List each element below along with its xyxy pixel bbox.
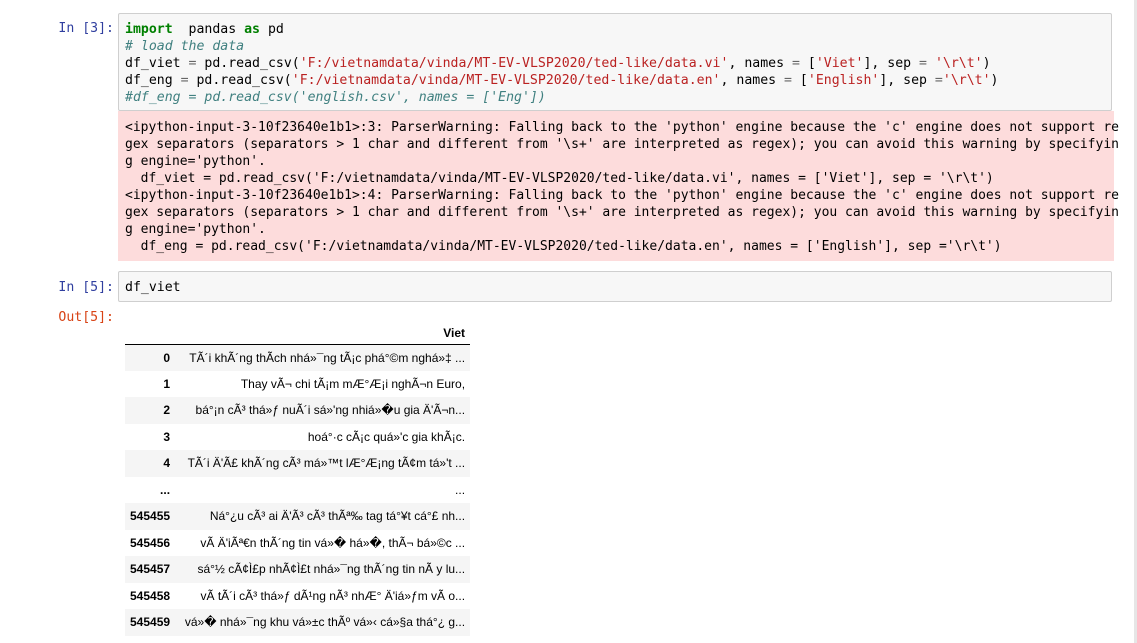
row-value: Thay vÃ¬ chi tÃ¡m mÆ°Æ¡i nghÃ¬n Euro, <box>240 376 466 391</box>
table-row: 545455 Ná°¿u cÃ³ ai Ä'Ã³ cÃ³ thÃª‰ tag tá… <box>125 503 471 530</box>
code-token: ], sep <box>863 56 920 71</box>
row-value: bá°¡n cÃ³ thá»ƒ nuÃ´i sá»'ng nhiá»�u gia… <box>195 403 466 418</box>
table-header-row: Viet <box>125 322 471 345</box>
code-token: # load the data <box>125 39 245 54</box>
code-token: 'English' <box>807 73 880 88</box>
code-token: [ <box>791 73 808 88</box>
row-value: vÃ Ä'iÃª€n thÃ´ng tin vá»� há»�, thÃ¬ bá… <box>200 535 466 550</box>
row-index: ... <box>160 482 171 497</box>
code-line: #df_eng = pd.read_csv('english.csv', nam… <box>119 89 1111 106</box>
code-token: pandas <box>172 22 245 37</box>
code-line: df_viet <box>125 280 181 295</box>
code-token: [ <box>799 56 816 71</box>
stderr-line: <ipython-input-3-10f23640e1b1>:4: Parser… <box>125 188 1119 203</box>
table-row: ...... <box>125 476 471 503</box>
row-index: 545455 <box>130 509 171 524</box>
code-token: '\r\t' <box>934 56 983 71</box>
code-token: pd.read_csv( <box>196 56 300 71</box>
row-index: 545458 <box>130 588 171 603</box>
code-token: import <box>125 22 173 37</box>
dataframe-table: Viet 0 TÃ´i khÃ´ng thÃch nhá»¯ng tÃ¡c phá… <box>125 322 471 636</box>
row-value: ... <box>455 482 466 497</box>
code-token: = <box>919 56 927 71</box>
row-index: 545459 <box>130 615 171 630</box>
code-token: , names <box>720 73 785 88</box>
code-line: # load the data <box>119 38 1111 55</box>
row-value: TÃ´i khÃ´ng thÃch nhá»¯ng tÃ¡c phá°©m ng… <box>189 350 466 365</box>
table-row: 1 Thay vÃ¬ chi tÃ¡m mÆ°Æ¡i nghÃ¬n Euro, <box>125 370 471 397</box>
stderr-output-3: <ipython-input-3-10f23640e1b1>:3: Parser… <box>118 111 1119 261</box>
code-token: '\r\t' <box>942 73 991 88</box>
code-token: as <box>244 22 260 37</box>
code-token: = <box>784 73 792 88</box>
row-value: vá»� nhá»¯ng khu vá»±c thÃº vá»‹ cá»§a t… <box>184 615 466 630</box>
code-line: df_eng = pd.read_csv('F:/vietnamdata/vin… <box>119 72 1111 89</box>
code-token: = <box>180 73 189 88</box>
table-row: 2 bá°¡n cÃ³ thá»ƒ nuÃ´i sá»'ng nhiá»�u gi… <box>125 397 471 424</box>
code-token: ) <box>990 73 999 88</box>
row-index: 545456 <box>130 535 171 550</box>
code-token: ], sep <box>879 73 935 88</box>
row-index: 0 <box>163 350 171 365</box>
code-token: pd <box>260 22 284 37</box>
row-index: 1 <box>163 376 171 391</box>
table-row: 545459 vá»� nhá»¯ng khu vá»±c thÃº vá»‹ c… <box>125 609 471 636</box>
code-token: 'Viet' <box>815 56 864 71</box>
code-line: df_viet = pd.read_csv('F:/vietnamdata/vi… <box>119 55 1111 72</box>
row-value: vÃ tÃ´i cÃ³ thá»ƒ dÃ¹ng nÃ³ nhÆ° Ä'iá»ƒm… <box>200 588 466 603</box>
code-token: = <box>791 56 800 71</box>
index-header <box>125 322 176 345</box>
stderr-line: gex separators (separators > 1 char and … <box>125 205 1119 220</box>
row-value: sá°½ cÃ¢Ì£p nhÃ¢Ì£t nhá»¯ng thÃ´ng tin n… <box>197 562 466 577</box>
code-token: df_viet <box>125 56 189 71</box>
code-cell-5[interactable]: df_viet <box>118 271 1112 302</box>
row-value: TÃ´i Ä'Ã£ khÃ´ng cÃ³ má»™t lÆ°Æ¡ng tÃ¢m … <box>187 456 466 471</box>
stderr-line: g engine='python'. <box>125 154 266 169</box>
code-token: pd.read_csv( <box>188 73 292 88</box>
row-index: 545457 <box>130 562 171 577</box>
input-prompt-5: In [5]: <box>58 280 114 295</box>
table-row: 545457 sá°½ cÃ¢Ì£p nhÃ¢Ì£t nhá»¯ng thÃ´ng… <box>125 556 471 583</box>
table-row: 0 TÃ´i khÃ´ng thÃch nhá»¯ng tÃ¡c phá°©m n… <box>125 344 471 371</box>
code-token: df_eng <box>125 73 181 88</box>
stderr-line: g engine='python'. <box>125 222 266 237</box>
code-token: ) <box>982 56 991 71</box>
code-cell-3[interactable]: import pandas as pd # load the data df_vie… <box>118 13 1112 111</box>
code-token: 'F:/vietnamdata/vinda/MT-EV-VLSP2020/ted… <box>291 73 721 88</box>
code-line: import pandas as pd <box>119 21 1111 38</box>
code-token: 'F:/vietnamdata/vinda/MT-EV-VLSP2020/ted… <box>299 56 729 71</box>
column-header-viet: Viet <box>175 322 471 345</box>
table-row: 545456 vÃ Ä'iÃª€n thÃ´ng tin vá»� há»�, t… <box>125 529 471 556</box>
input-prompt-3: In [3]: <box>58 21 114 36</box>
row-value: hoá°·c cÃ¡c quá»'c gia khÃ¡c. <box>307 429 466 444</box>
code-token: , names <box>728 56 792 71</box>
row-index: 2 <box>163 403 171 418</box>
row-index: 3 <box>163 429 171 444</box>
table-row: 4 TÃ´i Ä'Ã£ khÃ´ng cÃ³ má»™t lÆ°Æ¡ng tÃ¢m… <box>125 450 471 477</box>
table-row: 545458 vÃ tÃ´i cÃ³ thá»ƒ dÃ¹ng nÃ³ nhÆ° Ä… <box>125 582 471 609</box>
stderr-line: df_eng = pd.read_csv('F:/vietnamdata/vin… <box>125 239 1002 254</box>
code-token: #df_eng = pd.read_csv('english.csv', nam… <box>125 90 546 105</box>
stderr-line: df_viet = pd.read_csv('F:/vietnamdata/vi… <box>125 171 994 186</box>
code-token: = <box>934 73 943 88</box>
stderr-line: <ipython-input-3-10f23640e1b1>:3: Parser… <box>125 120 1119 135</box>
row-index: 4 <box>163 456 171 471</box>
row-value: Ná°¿u cÃ³ ai Ä'Ã³ cÃ³ thÃª‰ tag tá°¥t cá… <box>209 509 466 524</box>
stderr-line: gex separators (separators > 1 char and … <box>125 137 1119 152</box>
table-row: 3 hoá°·c cÃ¡c quá»'c gia khÃ¡c. <box>125 423 471 450</box>
output-prompt-5: Out[5]: <box>58 310 114 325</box>
